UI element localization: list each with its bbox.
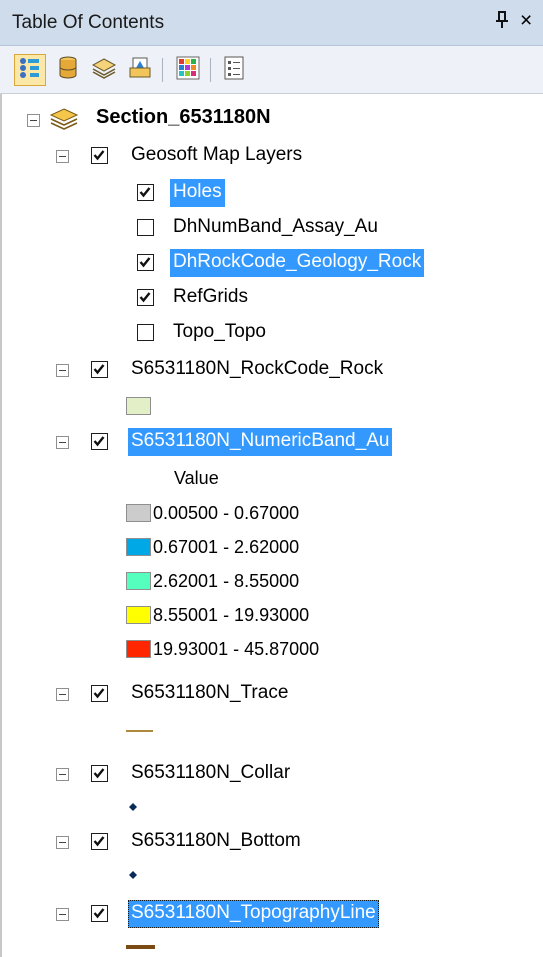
layer-label: DhNumBand_Assay_Au xyxy=(173,216,378,237)
legend-symbol-patch xyxy=(126,397,151,415)
collapse-icon[interactable] xyxy=(56,836,69,849)
layer-row-refgrids[interactable]: RefGrids xyxy=(0,282,543,314)
database-icon xyxy=(56,55,80,86)
legend-class-label: 0.00500 - 0.67000 xyxy=(153,503,300,523)
collapse-icon[interactable] xyxy=(56,688,69,701)
layer-row-dhrockcode[interactable]: DhRockCode_Geology_Rock xyxy=(0,247,543,279)
list-by-source-button[interactable] xyxy=(52,54,84,86)
legend-class-label: 19.93001 - 45.87000 xyxy=(153,639,320,659)
legend-class-swatch xyxy=(126,538,151,556)
group-layer-row[interactable]: Geosoft Map Layers xyxy=(0,140,543,172)
legend-class-label: 2.62001 - 8.55000 xyxy=(153,571,300,591)
layer-label: RefGrids xyxy=(173,286,248,307)
legend-class-label: 8.55001 - 19.93000 xyxy=(153,605,310,625)
layer-checkbox[interactable] xyxy=(91,905,108,922)
layer-label: S6531180N_NumericBand_Au xyxy=(128,428,393,456)
layer-checkbox[interactable] xyxy=(91,685,108,702)
layer-label: S6531180N_TopographyLine xyxy=(128,900,379,928)
layer-label: Holes xyxy=(170,179,225,207)
legend-class-swatch xyxy=(126,504,151,522)
layer-checkbox[interactable] xyxy=(137,219,154,236)
layer-checkbox[interactable] xyxy=(137,324,154,341)
layer-row-topo[interactable]: Topo_Topo xyxy=(0,317,543,349)
layer-row-trace[interactable]: S6531180N_Trace xyxy=(0,678,543,710)
layer-row-bottom[interactable]: S6531180N_Bottom xyxy=(0,826,543,858)
layer-label: S6531180N_Trace xyxy=(131,682,289,703)
collapse-icon[interactable] xyxy=(56,768,69,781)
legend-line-symbol xyxy=(126,730,153,732)
legend-class-swatch xyxy=(126,606,151,624)
toc-title-bar: Table Of Contents × xyxy=(0,0,543,46)
list-by-visibility-button[interactable] xyxy=(88,54,120,86)
layer-checkbox[interactable] xyxy=(137,184,154,201)
legend-class-swatch xyxy=(126,640,151,658)
toolbar-separator xyxy=(210,58,211,82)
layer-row-numericband[interactable]: S6531180N_NumericBand_Au xyxy=(0,426,543,458)
layer-row-topographyline[interactable]: S6531180N_TopographyLine xyxy=(0,898,543,930)
collapse-icon[interactable] xyxy=(56,150,69,163)
legend-point-symbol xyxy=(128,867,138,885)
legend-class-label: 0.67001 - 2.62000 xyxy=(153,537,300,557)
layer-label: S6531180N_Collar xyxy=(131,762,291,783)
layer-checkbox[interactable] xyxy=(137,289,154,306)
data-frame-row[interactable]: Section_6531180N xyxy=(0,104,543,136)
layer-checkbox[interactable] xyxy=(91,833,108,850)
legend-field-heading: Value xyxy=(174,468,219,488)
options-list-icon xyxy=(223,56,245,85)
group-layer-label: Geosoft Map Layers xyxy=(131,144,303,165)
close-icon[interactable]: × xyxy=(520,9,532,33)
selection-icon xyxy=(128,56,152,85)
list-by-drawing-order-button[interactable] xyxy=(14,54,46,86)
layer-label: S6531180N_RockCode_Rock xyxy=(131,358,384,379)
list-by-selection-button[interactable] xyxy=(124,54,156,86)
legend-point-symbol xyxy=(128,799,138,817)
data-frame-label: Section_6531180N xyxy=(96,106,271,128)
layer-colors-button[interactable] xyxy=(172,54,204,86)
toc-toolbar xyxy=(0,46,543,94)
toolbar-separator xyxy=(162,58,163,82)
layer-row-holes[interactable]: Holes xyxy=(0,177,543,209)
panel-title: Table Of Contents xyxy=(12,12,165,33)
layer-row-rockcode[interactable]: S6531180N_RockCode_Rock xyxy=(0,354,543,386)
tree-left-border xyxy=(0,94,2,957)
toc-tree: Section_6531180N Geosoft Map Layers Hole… xyxy=(0,94,543,957)
layer-label: S6531180N_Bottom xyxy=(131,830,301,851)
options-button[interactable] xyxy=(218,54,250,86)
color-grid-icon xyxy=(176,56,200,85)
layer-checkbox[interactable] xyxy=(91,765,108,782)
data-frame-layers-icon xyxy=(49,106,79,137)
layers-icon xyxy=(91,56,117,85)
collapse-icon[interactable] xyxy=(56,364,69,377)
layer-checkbox[interactable] xyxy=(91,147,108,164)
collapse-icon[interactable] xyxy=(27,114,40,127)
list-by-drawing-order-icon xyxy=(18,56,42,85)
pin-icon[interactable] xyxy=(495,11,509,34)
legend-line-symbol xyxy=(126,945,155,949)
layer-checkbox[interactable] xyxy=(91,361,108,378)
layer-checkbox[interactable] xyxy=(137,254,154,271)
layer-checkbox[interactable] xyxy=(91,433,108,450)
layer-row-collar[interactable]: S6531180N_Collar xyxy=(0,758,543,790)
layer-label: DhRockCode_Geology_Rock xyxy=(170,249,425,277)
layer-row-dhnumband[interactable]: DhNumBand_Assay_Au xyxy=(0,212,543,244)
layer-label: Topo_Topo xyxy=(173,321,266,342)
legend-class-swatch xyxy=(126,572,151,590)
collapse-icon[interactable] xyxy=(56,436,69,449)
collapse-icon[interactable] xyxy=(56,908,69,921)
